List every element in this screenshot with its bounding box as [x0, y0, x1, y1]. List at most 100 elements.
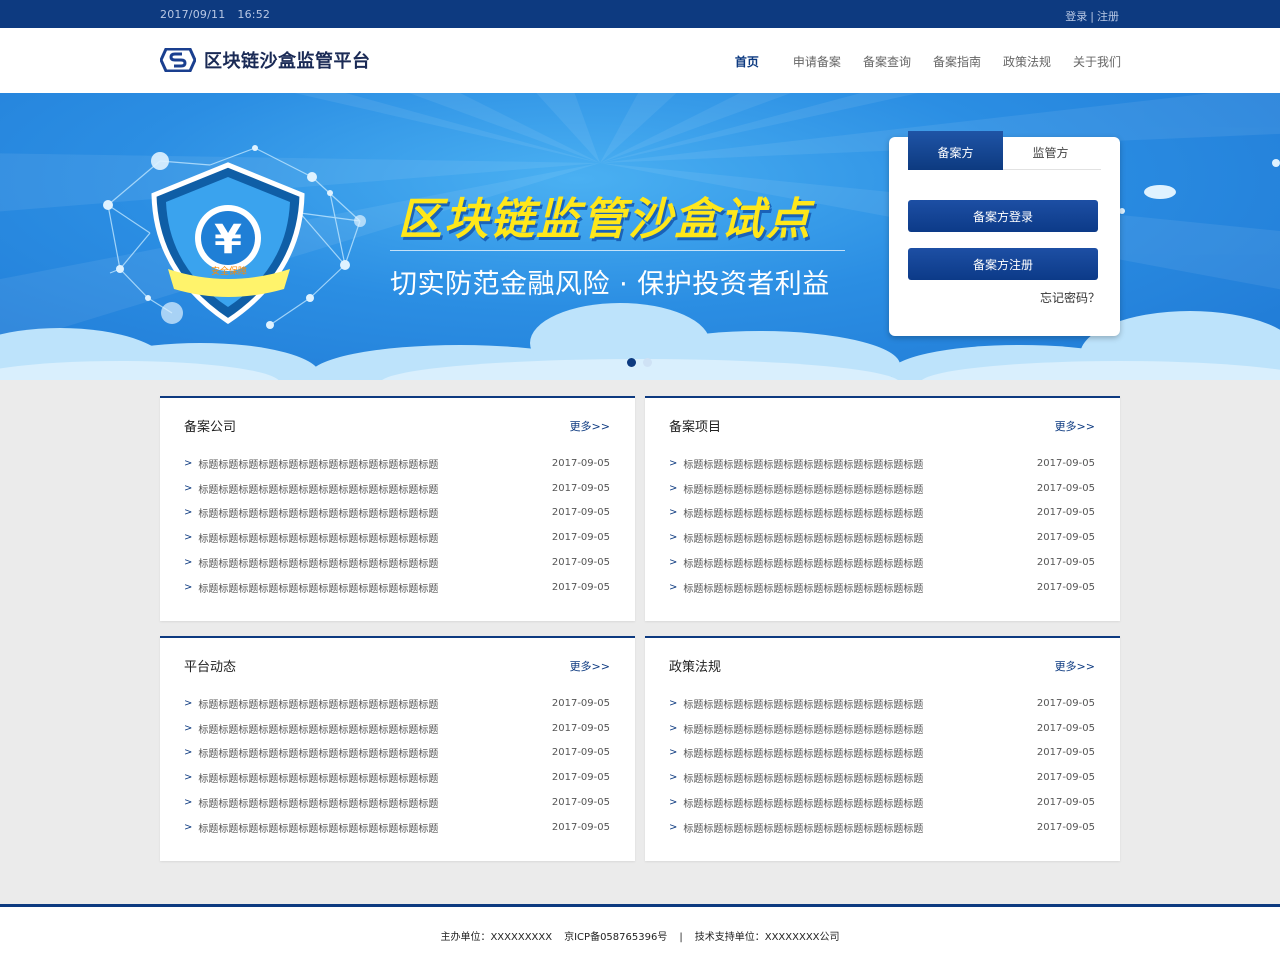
- list-item[interactable]: > 标题标题标题标题标题标题标题标题标题标题标题标题 2017-09-05: [184, 691, 610, 716]
- auth-separator: |: [1090, 10, 1094, 23]
- item-date: 2017-09-05: [1036, 797, 1095, 809]
- list-item[interactable]: > 标题标题标题标题标题标题标题标题标题标题标题标题 2017-09-05: [669, 741, 1095, 766]
- nav-query[interactable]: 备案查询: [863, 53, 911, 70]
- more-link[interactable]: 更多>>: [1055, 418, 1095, 434]
- list-item[interactable]: > 标题标题标题标题标题标题标题标题标题标题标题标题 2017-09-05: [184, 550, 610, 575]
- tab-regulator[interactable]: 监管方: [1003, 137, 1098, 170]
- login-card: 备案方 监管方 备案方登录 备案方注册 忘记密码？: [889, 131, 1120, 336]
- arrow-right-icon: >: [669, 581, 678, 593]
- nav-guide[interactable]: 备案指南: [933, 53, 981, 70]
- list-item[interactable]: > 标题标题标题标题标题标题标题标题标题标题标题标题 2017-09-05: [184, 765, 610, 790]
- item-title[interactable]: 标题标题标题标题标题标题标题标题标题标题标题标题: [198, 555, 438, 570]
- item-title[interactable]: 标题标题标题标题标题标题标题标题标题标题标题标题: [198, 505, 438, 520]
- item-title[interactable]: 标题标题标题标题标题标题标题标题标题标题标题标题: [198, 721, 438, 736]
- list-item[interactable]: > 标题标题标题标题标题标题标题标题标题标题标题标题 2017-09-05: [669, 550, 1095, 575]
- panel-title: 备案项目: [669, 420, 722, 435]
- footer-sponsor: 主办单位：XXXXXXXXX: [440, 932, 553, 943]
- more-link[interactable]: 更多>>: [1055, 658, 1095, 674]
- datetime: 2017/09/11 16:52: [160, 8, 282, 21]
- site-logo[interactable]: 区块链沙盒监管平台: [160, 48, 371, 72]
- item-title[interactable]: 标题标题标题标题标题标题标题标题标题标题标题标题: [198, 481, 438, 496]
- item-date: 2017-09-05: [551, 821, 610, 833]
- nav-apply[interactable]: 申请备案: [793, 53, 841, 70]
- item-title[interactable]: 标题标题标题标题标题标题标题标题标题标题标题标题: [683, 530, 923, 545]
- nav-policy[interactable]: 政策法规: [1003, 53, 1051, 70]
- forgot-password-link[interactable]: 忘记密码？: [1040, 289, 1100, 306]
- list-item[interactable]: > 标题标题标题标题标题标题标题标题标题标题标题标题 2017-09-05: [669, 525, 1095, 550]
- item-title[interactable]: 标题标题标题标题标题标题标题标题标题标题标题标题: [683, 481, 923, 496]
- item-title[interactable]: 标题标题标题标题标题标题标题标题标题标题标题标题: [198, 770, 438, 785]
- arrow-right-icon: >: [669, 532, 678, 544]
- item-title[interactable]: 标题标题标题标题标题标题标题标题标题标题标题标题: [683, 745, 923, 760]
- list-item[interactable]: > 标题标题标题标题标题标题标题标题标题标题标题标题 2017-09-05: [669, 691, 1095, 716]
- list-item[interactable]: > 标题标题标题标题标题标题标题标题标题标题标题标题 2017-09-05: [184, 575, 610, 600]
- carousel-dot-2[interactable]: [643, 358, 652, 367]
- arrow-right-icon: >: [184, 697, 193, 709]
- list-item[interactable]: > 标题标题标题标题标题标题标题标题标题标题标题标题 2017-09-05: [669, 501, 1095, 526]
- arrow-right-icon: >: [669, 722, 678, 734]
- item-title[interactable]: 标题标题标题标题标题标题标题标题标题标题标题标题: [683, 820, 923, 835]
- panel-filed-projects: 备案项目 更多>> > 标题标题标题标题标题标题标题标题标题标题标题标题 2017-…: [645, 396, 1120, 621]
- list-item[interactable]: > 标题标题标题标题标题标题标题标题标题标题标题标题 2017-09-05: [669, 575, 1095, 600]
- item-title[interactable]: 标题标题标题标题标题标题标题标题标题标题标题标题: [683, 721, 923, 736]
- item-title[interactable]: 标题标题标题标题标题标题标题标题标题标题标题标题: [198, 745, 438, 760]
- list-item[interactable]: > 标题标题标题标题标题标题标题标题标题标题标题标题 2017-09-05: [184, 525, 610, 550]
- filer-register-button[interactable]: 备案方注册: [908, 248, 1098, 280]
- list-item[interactable]: > 标题标题标题标题标题标题标题标题标题标题标题标题 2017-09-05: [669, 790, 1095, 815]
- arrow-right-icon: >: [184, 581, 193, 593]
- item-date: 2017-09-05: [551, 581, 610, 593]
- panel-filed-companies: 备案公司 更多>> > 标题标题标题标题标题标题标题标题标题标题标题标题 2017-…: [160, 396, 635, 621]
- list-item[interactable]: > 标题标题标题标题标题标题标题标题标题标题标题标题 2017-09-05: [184, 790, 610, 815]
- item-title[interactable]: 标题标题标题标题标题标题标题标题标题标题标题标题: [683, 770, 923, 785]
- item-title[interactable]: 标题标题标题标题标题标题标题标题标题标题标题标题: [683, 505, 923, 520]
- nav-about[interactable]: 关于我们: [1073, 53, 1121, 70]
- item-title[interactable]: 标题标题标题标题标题标题标题标题标题标题标题标题: [683, 795, 923, 810]
- arrow-right-icon: >: [669, 557, 678, 569]
- login-link[interactable]: 登录: [1065, 10, 1087, 23]
- current-time: 16:52: [237, 8, 271, 21]
- footer-tech-support: 技术支持单位：XXXXXXXX公司: [694, 932, 840, 943]
- item-title[interactable]: 标题标题标题标题标题标题标题标题标题标题标题标题: [198, 820, 438, 835]
- item-title[interactable]: 标题标题标题标题标题标题标题标题标题标题标题标题: [198, 795, 438, 810]
- site-header: 区块链沙盒监管平台 首页 申请备案 备案查询 备案指南 政策法规 关于我们: [0, 28, 1280, 93]
- item-date: 2017-09-05: [1036, 507, 1095, 519]
- arrow-right-icon: >: [184, 482, 193, 494]
- arrow-right-icon: >: [184, 797, 193, 809]
- carousel-dot-1[interactable]: [627, 358, 636, 367]
- register-link[interactable]: 注册: [1097, 10, 1119, 23]
- item-title[interactable]: 标题标题标题标题标题标题标题标题标题标题标题标题: [683, 456, 923, 471]
- list-item[interactable]: > 标题标题标题标题标题标题标题标题标题标题标题标题 2017-09-05: [669, 451, 1095, 476]
- list-item[interactable]: > 标题标题标题标题标题标题标题标题标题标题标题标题 2017-09-05: [184, 451, 610, 476]
- more-link[interactable]: 更多>>: [570, 658, 610, 674]
- item-date: 2017-09-05: [551, 482, 610, 494]
- item-title[interactable]: 标题标题标题标题标题标题标题标题标题标题标题标题: [198, 530, 438, 545]
- list-item[interactable]: > 标题标题标题标题标题标题标题标题标题标题标题标题 2017-09-05: [669, 815, 1095, 840]
- list-item[interactable]: > 标题标题标题标题标题标题标题标题标题标题标题标题 2017-09-05: [669, 716, 1095, 741]
- list-item[interactable]: > 标题标题标题标题标题标题标题标题标题标题标题标题 2017-09-05: [184, 741, 610, 766]
- arrow-right-icon: >: [184, 821, 193, 833]
- more-link[interactable]: 更多>>: [570, 418, 610, 434]
- item-title[interactable]: 标题标题标题标题标题标题标题标题标题标题标题标题: [683, 555, 923, 570]
- list-item[interactable]: > 标题标题标题标题标题标题标题标题标题标题标题标题 2017-09-05: [184, 815, 610, 840]
- list-item[interactable]: > 标题标题标题标题标题标题标题标题标题标题标题标题 2017-09-05: [184, 476, 610, 501]
- list-item[interactable]: > 标题标题标题标题标题标题标题标题标题标题标题标题 2017-09-05: [184, 716, 610, 741]
- item-title[interactable]: 标题标题标题标题标题标题标题标题标题标题标题标题: [198, 580, 438, 595]
- item-title[interactable]: 标题标题标题标题标题标题标题标题标题标题标题标题: [198, 696, 438, 711]
- item-title[interactable]: 标题标题标题标题标题标题标题标题标题标题标题标题: [683, 580, 923, 595]
- footer-icp[interactable]: 京ICP备058765396号: [564, 932, 667, 943]
- panel-platform-news: 平台动态 更多>> > 标题标题标题标题标题标题标题标题标题标题标题标题 2017-…: [160, 636, 635, 861]
- list-item[interactable]: > 标题标题标题标题标题标题标题标题标题标题标题标题 2017-09-05: [669, 765, 1095, 790]
- list-item[interactable]: > 标题标题标题标题标题标题标题标题标题标题标题标题 2017-09-05: [184, 501, 610, 526]
- item-title[interactable]: 标题标题标题标题标题标题标题标题标题标题标题标题: [683, 696, 923, 711]
- site-name: 区块链沙盒监管平台: [204, 51, 371, 72]
- item-date: 2017-09-05: [551, 772, 610, 784]
- svg-text:¥: ¥: [214, 217, 242, 263]
- site-footer: 主办单位：XXXXXXXXX 京ICP备058765396号 | 技术支持单位：XXX…: [0, 904, 1280, 960]
- tab-filer[interactable]: 备案方: [908, 131, 1003, 170]
- item-date: 2017-09-05: [1036, 772, 1095, 784]
- item-title[interactable]: 标题标题标题标题标题标题标题标题标题标题标题标题: [198, 456, 438, 471]
- arrow-right-icon: >: [669, 821, 678, 833]
- filer-login-button[interactable]: 备案方登录: [908, 200, 1098, 232]
- nav-home[interactable]: 首页: [735, 53, 759, 70]
- list-item[interactable]: > 标题标题标题标题标题标题标题标题标题标题标题标题 2017-09-05: [669, 476, 1095, 501]
